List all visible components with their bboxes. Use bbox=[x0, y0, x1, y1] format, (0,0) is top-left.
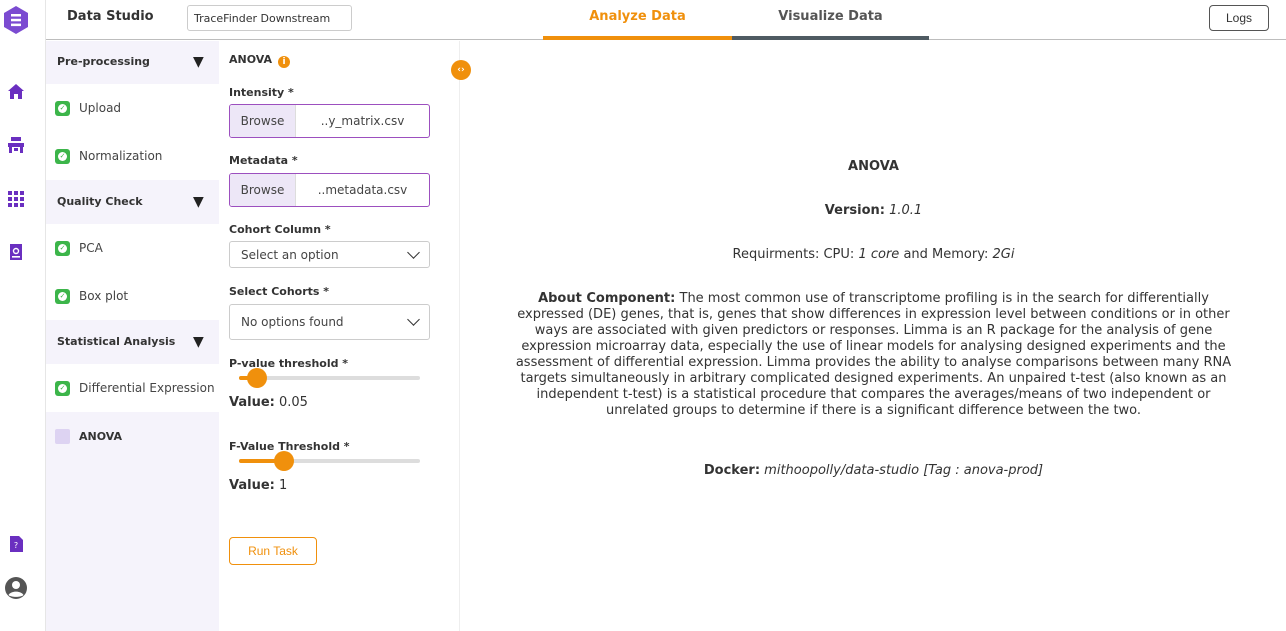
version-value: 1.0.1 bbox=[889, 203, 923, 218]
user-account-icon[interactable] bbox=[3, 575, 29, 601]
section-quality-check[interactable]: Quality Check bbox=[57, 195, 143, 208]
step-differential-expression[interactable]: ✓ Differential Expression bbox=[46, 364, 219, 412]
about-text: The most common use of transcriptome pro… bbox=[515, 291, 1232, 418]
fvalue-value: Value: 1 bbox=[229, 478, 287, 493]
chevron-down-icon bbox=[407, 245, 420, 259]
intensity-browse-button[interactable]: Browse bbox=[230, 105, 296, 137]
tab-visualize-data[interactable]: Visualize Data bbox=[732, 0, 929, 40]
fvalue-threshold-label: F-Value Threshold * bbox=[229, 440, 350, 453]
run-task-button[interactable]: Run Task bbox=[229, 537, 317, 565]
pvalue-value-prefix: Value: bbox=[229, 395, 275, 410]
form-title-text: ANOVA bbox=[229, 53, 273, 66]
check-icon: ✓ bbox=[55, 240, 70, 256]
req-memory: 2Gi bbox=[992, 247, 1015, 262]
version-label: Version: bbox=[824, 203, 885, 218]
chevron-down-icon bbox=[407, 313, 420, 326]
step-sidebar: Pre-processing ▼ ✓ Upload ✓ Normalizatio… bbox=[46, 41, 219, 631]
pvalue-value-number: 0.05 bbox=[279, 395, 308, 410]
intensity-file-input[interactable]: Browse ..y_matrix.csv bbox=[229, 104, 430, 138]
collapse-panel-icon[interactable]: ‹› bbox=[451, 60, 471, 80]
metadata-browse-button[interactable]: Browse bbox=[230, 174, 296, 206]
fvalue-slider[interactable] bbox=[239, 451, 420, 471]
icon-rail: ? bbox=[0, 0, 46, 631]
step-label: Box plot bbox=[79, 289, 129, 303]
check-icon: ✓ bbox=[55, 380, 70, 396]
step-pca[interactable]: ✓ PCA bbox=[46, 224, 219, 272]
cohort-column-value: Select an option bbox=[241, 247, 339, 262]
fvalue-value-prefix: Value: bbox=[229, 478, 275, 493]
step-label: ANOVA bbox=[79, 429, 123, 443]
step-label: PCA bbox=[79, 241, 103, 255]
check-icon: ✓ bbox=[55, 100, 70, 116]
caret-down-icon[interactable]: ▼ bbox=[193, 54, 204, 70]
description-title: ANOVA bbox=[848, 159, 899, 174]
caret-down-icon[interactable]: ▼ bbox=[193, 194, 204, 210]
section-pre-processing[interactable]: Pre-processing bbox=[57, 55, 150, 68]
step-label: Upload bbox=[79, 101, 122, 115]
logs-button[interactable]: Logs bbox=[1209, 5, 1269, 31]
step-label: Differential Expression bbox=[79, 381, 215, 395]
description-requirements: Requirments: CPU: 1 core and Memory: 2Gi bbox=[511, 247, 1236, 262]
pending-status-icon bbox=[55, 428, 70, 444]
check-icon: ✓ bbox=[55, 288, 70, 304]
app-title: Data Studio bbox=[67, 9, 154, 24]
form-title: ANOVA i bbox=[229, 53, 291, 68]
intensity-label: Intensity * bbox=[229, 86, 294, 99]
description-docker: Docker: mithoopolly/data-studio [Tag : a… bbox=[511, 463, 1236, 478]
logo-icon[interactable] bbox=[3, 5, 29, 35]
cohort-column-select[interactable]: Select an option bbox=[229, 241, 430, 268]
fvalue-value-number: 1 bbox=[279, 478, 288, 493]
about-label: About Component: bbox=[538, 291, 676, 306]
step-label: Normalization bbox=[79, 149, 163, 163]
step-upload[interactable]: ✓ Upload bbox=[46, 84, 219, 132]
metadata-file-input[interactable]: Browse ..metadata.csv bbox=[229, 173, 430, 207]
select-cohorts-label: Select Cohorts * bbox=[229, 285, 330, 298]
report-icon[interactable] bbox=[5, 241, 27, 263]
pvalue-slider[interactable] bbox=[239, 368, 420, 388]
req-prefix: Requirments: CPU: bbox=[732, 247, 855, 262]
component-description: ANOVA Version: 1.0.1 Requirments: CPU: 1… bbox=[511, 41, 1236, 631]
description-version: Version: 1.0.1 bbox=[511, 203, 1236, 218]
pvalue-value: Value: 0.05 bbox=[229, 395, 308, 410]
metadata-file-name: ..metadata.csv bbox=[317, 183, 408, 197]
docker-value: mithoopolly/data-studio [Tag : anova-pro… bbox=[764, 463, 1044, 478]
select-cohorts-value: No options found bbox=[241, 315, 344, 329]
home-icon[interactable] bbox=[5, 81, 27, 103]
docker-label: Docker: bbox=[703, 463, 761, 478]
metadata-label: Metadata * bbox=[229, 154, 298, 167]
anova-form: ANOVA i Intensity * Browse ..y_matrix.csv… bbox=[219, 41, 460, 631]
select-cohorts-select[interactable]: No options found bbox=[229, 304, 430, 340]
req-mid: and Memory: bbox=[903, 247, 989, 262]
pvalue-threshold-label: P-value threshold * bbox=[229, 357, 349, 370]
req-cpu: 1 core bbox=[858, 247, 900, 262]
caret-down-icon[interactable]: ▼ bbox=[193, 334, 204, 350]
pvalue-slider-thumb[interactable] bbox=[247, 368, 268, 388]
workbench-icon[interactable] bbox=[5, 134, 27, 156]
help-doc-icon[interactable]: ? bbox=[5, 533, 27, 555]
step-anova[interactable]: ANOVA bbox=[46, 412, 219, 460]
svg-text:?: ? bbox=[14, 541, 18, 550]
grid-apps-icon[interactable] bbox=[5, 188, 27, 210]
step-normalization[interactable]: ✓ Normalization bbox=[46, 132, 219, 180]
top-header: Data Studio TraceFinder Downstream Analy… bbox=[46, 0, 1286, 40]
step-box-plot[interactable]: ✓ Box plot bbox=[46, 272, 219, 320]
check-icon: ✓ bbox=[55, 148, 70, 164]
cohort-column-label: Cohort Column * bbox=[229, 223, 331, 236]
project-name-field[interactable]: TraceFinder Downstream bbox=[187, 5, 352, 31]
info-icon[interactable]: i bbox=[278, 56, 291, 68]
fvalue-slider-thumb[interactable] bbox=[274, 451, 295, 471]
intensity-file-name: ..y_matrix.csv bbox=[320, 114, 405, 128]
section-statistical-analysis[interactable]: Statistical Analysis bbox=[57, 335, 175, 348]
tab-analyze-data[interactable]: Analyze Data bbox=[543, 0, 732, 40]
description-about: About Component: The most common use of … bbox=[511, 291, 1236, 419]
